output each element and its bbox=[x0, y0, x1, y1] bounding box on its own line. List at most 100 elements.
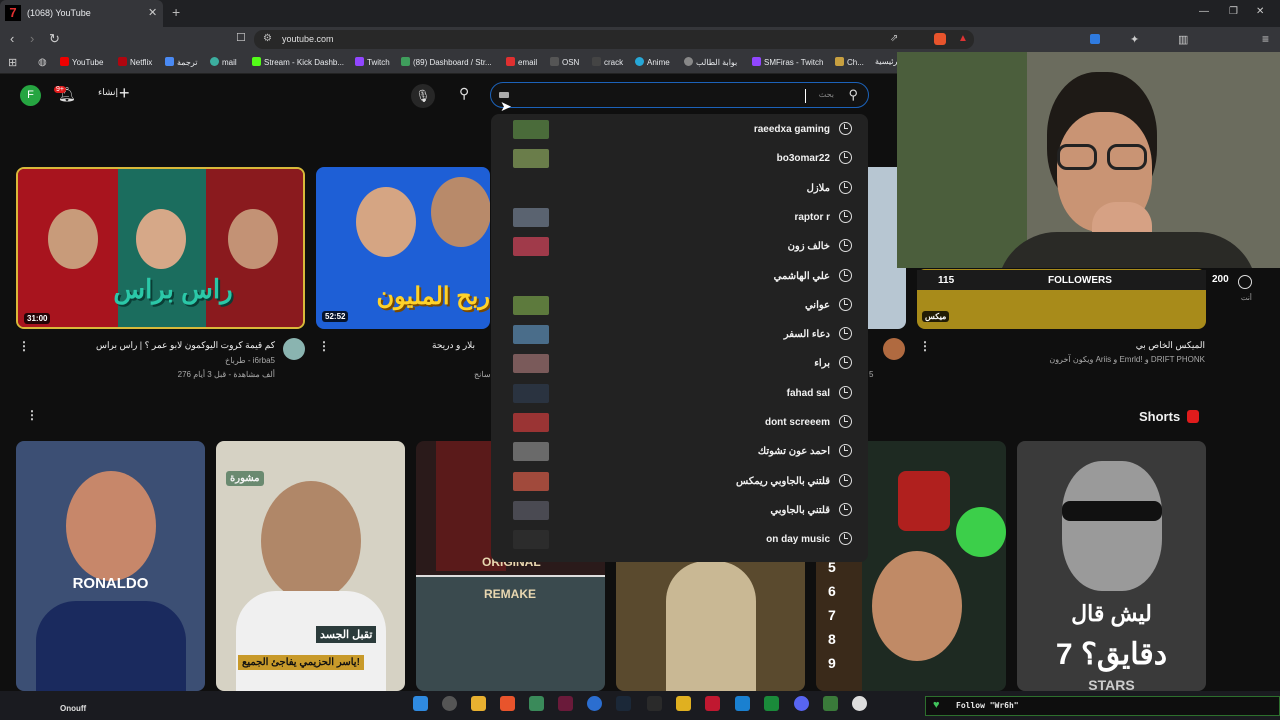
more-options-icon[interactable]: ⋮ bbox=[318, 339, 330, 353]
steam-icon[interactable] bbox=[616, 696, 631, 711]
window-close-icon[interactable]: ✕ bbox=[1256, 6, 1264, 17]
more-options-icon[interactable]: ⋮ bbox=[919, 339, 931, 353]
search-suggestion[interactable]: fahad sal bbox=[491, 381, 868, 410]
epic-games-icon[interactable] bbox=[647, 696, 662, 711]
search-suggestion[interactable]: دعاء السفر bbox=[491, 322, 868, 351]
bookmark-netflix[interactable]: Netflix bbox=[118, 57, 152, 67]
more-options-icon[interactable]: ⋮ bbox=[26, 408, 38, 422]
voice-search-mic-icon[interactable]: 🎙︎ bbox=[411, 84, 435, 108]
browser-tab[interactable]: 7 (1068) YouTube ✕ bbox=[0, 0, 163, 27]
globe-icon[interactable]: ◍ bbox=[38, 57, 47, 68]
search-suggestion[interactable]: قلتني بالجاوبي ريمكس bbox=[491, 469, 868, 498]
search-suggestion[interactable]: on day music bbox=[491, 527, 868, 556]
bookmark-translate[interactable]: ترجمة bbox=[165, 57, 198, 67]
app-icon[interactable] bbox=[705, 696, 720, 711]
app-icon[interactable] bbox=[558, 696, 573, 711]
rank-number: 8 bbox=[828, 631, 836, 647]
reload-icon[interactable]: ↻ bbox=[49, 31, 60, 47]
new-tab-icon[interactable]: + bbox=[172, 4, 180, 20]
brave-browser-icon[interactable] bbox=[500, 696, 515, 711]
minecraft-icon[interactable] bbox=[823, 696, 838, 711]
search-suggestion[interactable]: قلتني بالجاوبي bbox=[491, 498, 868, 527]
xbox-icon[interactable] bbox=[764, 696, 779, 711]
create-plus-icon[interactable]: + bbox=[119, 83, 130, 104]
app-icon[interactable] bbox=[529, 696, 544, 711]
extension-icon[interactable] bbox=[1090, 34, 1100, 44]
video-channel[interactable]: طرباخ - i6rba5 bbox=[225, 356, 275, 365]
tab-close-icon[interactable]: ✕ bbox=[148, 6, 157, 19]
site-info-icon[interactable]: ⚙ bbox=[263, 33, 272, 44]
history-icon bbox=[839, 209, 852, 223]
app-icon[interactable] bbox=[442, 696, 457, 711]
bookmark-crack[interactable]: crack bbox=[592, 57, 623, 67]
sidebar-icon[interactable]: ▥ bbox=[1178, 33, 1188, 46]
search-suggestion[interactable]: ملازل bbox=[491, 176, 868, 205]
account-avatar[interactable]: F bbox=[20, 85, 41, 106]
bookmark-osn[interactable]: OSN bbox=[550, 57, 579, 67]
extensions-puzzle-icon[interactable]: ✦ bbox=[1130, 33, 1139, 46]
history-icon bbox=[839, 385, 852, 399]
bookmark-dashboard[interactable]: (89) Dashboard / Str... bbox=[401, 57, 492, 67]
bookmark-kick[interactable]: Stream - Kick Dashb... bbox=[252, 57, 344, 67]
webcam-overlay bbox=[897, 52, 1280, 268]
search-input[interactable]: بحث ⚲ bbox=[490, 82, 869, 108]
search-suggestion[interactable]: براء bbox=[491, 351, 868, 380]
file-explorer-icon[interactable] bbox=[471, 696, 486, 711]
person-face bbox=[136, 209, 186, 269]
video-thumbnail-2[interactable]: ربح المليون 52:52 bbox=[316, 167, 490, 329]
search-suggestion[interactable]: bo3omar22 bbox=[491, 146, 868, 175]
bookmark-icon[interactable]: ☐ bbox=[236, 31, 246, 44]
app-icon[interactable] bbox=[676, 696, 691, 711]
bookmark-student-portal[interactable]: بوابة الطالب bbox=[684, 57, 737, 67]
maximize-icon[interactable]: ❐ bbox=[1229, 6, 1238, 17]
channel-avatar[interactable] bbox=[283, 338, 305, 360]
bookmark-anime[interactable]: Anime bbox=[635, 57, 670, 67]
more-options-icon[interactable]: ⋮ bbox=[18, 339, 30, 353]
discord-icon[interactable] bbox=[794, 696, 809, 711]
forward-icon[interactable]: › bbox=[30, 31, 34, 46]
create-label[interactable]: إنشاء bbox=[98, 87, 118, 98]
video-title[interactable]: بلار و دريحة bbox=[432, 340, 475, 351]
history-icon bbox=[839, 151, 852, 165]
video-thumbnail-1[interactable]: راس براس 31:00 bbox=[16, 167, 305, 329]
bookmark-smfiras[interactable]: SMFiras - Twitch bbox=[752, 57, 823, 67]
search-suggestion[interactable]: عواني bbox=[491, 293, 868, 322]
search-suggestion[interactable]: علي الهاشمي bbox=[491, 264, 868, 293]
green-wall bbox=[897, 52, 1027, 268]
app-icon[interactable] bbox=[587, 696, 602, 711]
video-title[interactable]: كم قيمة كروت اليوكمون لابو عمر ؟ | راس ب… bbox=[96, 340, 275, 351]
search-suggestion[interactable]: raptor r bbox=[491, 205, 868, 234]
suggestion-thumbnail bbox=[513, 530, 549, 550]
user-profile-icon[interactable] bbox=[1238, 275, 1252, 289]
omnibox[interactable]: ⚙ youtube.com ⇗ ▲ bbox=[254, 30, 974, 49]
search-submit-icon[interactable]: ⚲ bbox=[848, 87, 858, 103]
mail-app-icon[interactable] bbox=[735, 696, 750, 711]
bookmark-ch[interactable]: Ch... bbox=[835, 57, 864, 67]
share-icon[interactable]: ⇗ bbox=[890, 33, 898, 44]
app-icon[interactable] bbox=[852, 696, 867, 711]
short-1[interactable]: RONALDO bbox=[16, 441, 205, 691]
bookmark-youtube[interactable]: YouTube bbox=[60, 57, 103, 67]
search-suggestion[interactable]: dont screeem bbox=[491, 410, 868, 439]
video-title[interactable]: الميكس الخاص بي bbox=[1136, 340, 1205, 351]
brave-rewards-icon[interactable]: ▲ bbox=[958, 33, 968, 44]
short-6[interactable]: ليش قال 7 دقايق؟ STARS bbox=[1017, 441, 1206, 691]
person-icon bbox=[835, 57, 844, 66]
minimize-icon[interactable]: — bbox=[1199, 6, 1209, 17]
apps-grid-icon[interactable]: ⊞ bbox=[8, 56, 17, 69]
bookmark-mail[interactable]: mail bbox=[210, 57, 237, 67]
brave-shield-icon[interactable] bbox=[934, 33, 946, 45]
suggestion-thumbnail bbox=[513, 442, 549, 462]
search-suggestion[interactable]: احمد عون تشوتك bbox=[491, 439, 868, 468]
short-2[interactable]: مشورة تقبل الجسد ياسر الحزيمي يفاجئ الجم… bbox=[216, 441, 405, 691]
menu-icon[interactable]: ≡ bbox=[1262, 32, 1269, 46]
search-suggestion[interactable]: خالف زون bbox=[491, 234, 868, 263]
bookmark-email[interactable]: email bbox=[506, 57, 537, 67]
search-icon[interactable]: ⚲ bbox=[459, 85, 469, 102]
channel-avatar[interactable] bbox=[883, 338, 905, 360]
search-suggestion[interactable]: raeedxa gaming bbox=[491, 117, 868, 146]
video-channel[interactable]: سانج bbox=[474, 370, 491, 379]
back-icon[interactable]: ‹ bbox=[10, 31, 14, 46]
windows-start-icon[interactable] bbox=[413, 696, 428, 711]
bookmark-twitch[interactable]: Twitch bbox=[355, 57, 390, 67]
